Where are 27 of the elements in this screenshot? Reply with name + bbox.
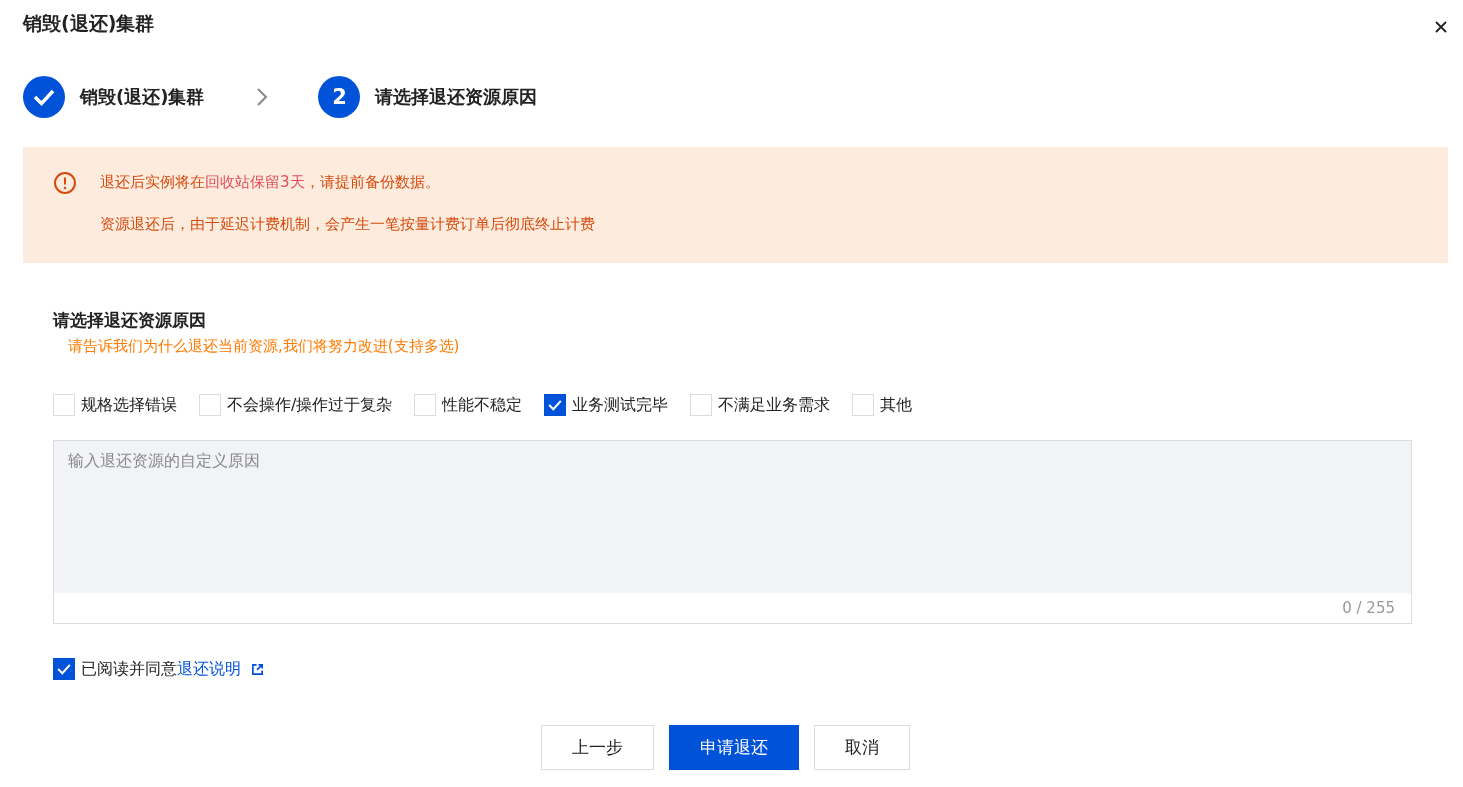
- checkbox[interactable]: [544, 394, 567, 416]
- checkbox-label: 不会操作/操作过于复杂: [227, 394, 393, 416]
- external-link-icon[interactable]: [251, 662, 264, 676]
- agreement-text: 已阅读并同意: [81, 658, 177, 680]
- warning-text: 资源退还后，由于延迟计费机制，会产生一笔按量计费订单后彻底终止计费: [100, 214, 595, 235]
- character-counter: 0 / 255: [1342, 599, 1395, 617]
- step-label: 销毁(退还)集群: [80, 85, 205, 109]
- hint-text: 请告诉我们为什么退还当前资源,我们将努力改进(支持多选): [68, 337, 460, 356]
- checkbox-label: 业务测试完毕: [572, 394, 669, 416]
- chevron-right-icon: [256, 87, 269, 107]
- dialog-title: 销毁(退还)集群: [23, 11, 155, 36]
- section-title: 请选择退还资源原因: [53, 309, 206, 332]
- warning-text: 退还后实例将在回收站保留3天，请提前备份数据。: [100, 172, 441, 193]
- checkbox-label: 其他: [880, 394, 913, 416]
- checkbox-label: 性能不稳定: [442, 394, 523, 416]
- close-icon[interactable]: [1434, 20, 1448, 34]
- warning-icon: [53, 171, 77, 195]
- step-label: 请选择退还资源原因: [375, 85, 538, 109]
- checkbox-label: 规格选择错误: [81, 394, 177, 416]
- refund-terms-link[interactable]: 退还说明: [177, 658, 241, 680]
- dialog-button[interactable]: 上一步: [541, 725, 654, 770]
- checkbox-label: 不满足业务需求: [718, 394, 831, 416]
- dialog-button[interactable]: 申请退还: [669, 725, 799, 770]
- step-number: 2: [318, 76, 361, 118]
- dialog-button[interactable]: 取消: [814, 725, 910, 770]
- placeholder-text: 输入退还资源的自定义原因: [68, 451, 260, 470]
- checkbox[interactable]: [53, 658, 75, 680]
